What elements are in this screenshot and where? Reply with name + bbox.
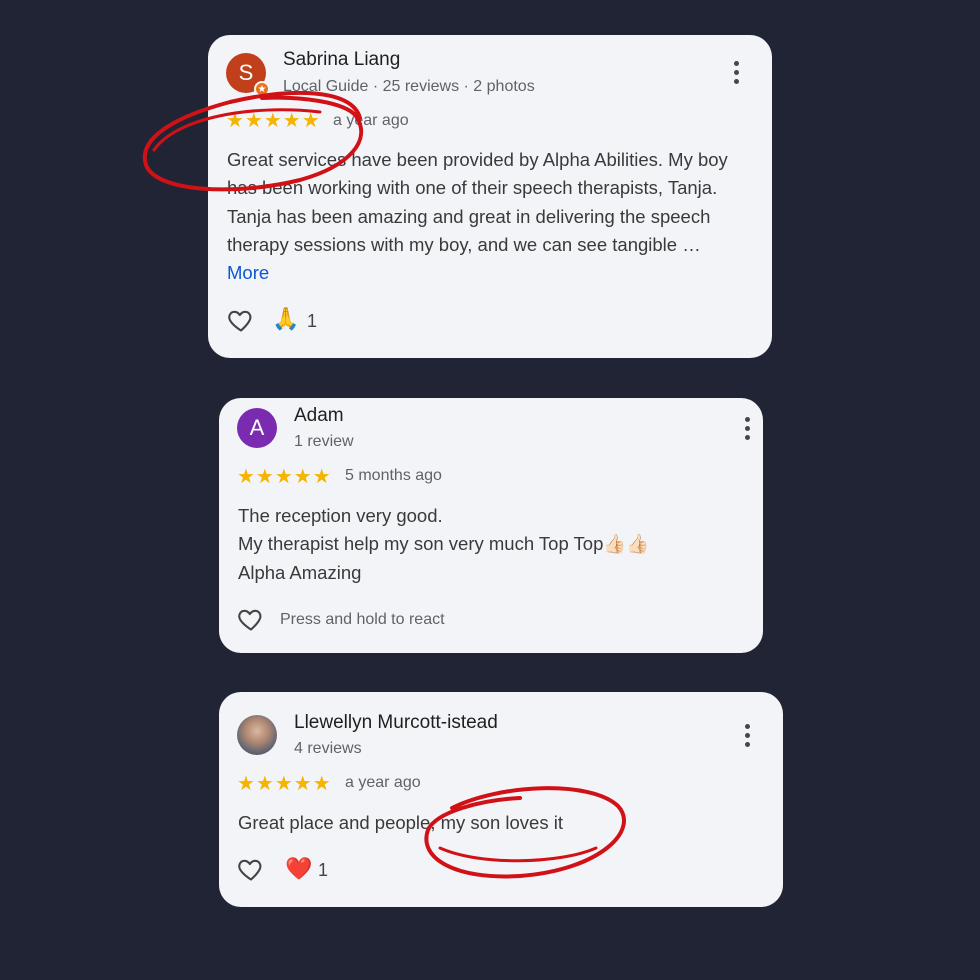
avatar-letter: A: [249, 415, 265, 440]
like-heart-icon[interactable]: [236, 605, 266, 633]
reaction-count: 1: [307, 311, 318, 331]
reviewer-meta: 4 reviews: [294, 740, 362, 757]
avatar[interactable]: S ★: [226, 53, 270, 97]
review-date: a year ago: [333, 112, 409, 129]
star-rating: ★★★★★: [226, 110, 321, 132]
avatar-letter: S: [238, 60, 254, 85]
review-text: Great services have been provided by Alp…: [227, 146, 747, 287]
more-options-icon[interactable]: [735, 413, 759, 443]
review-text-line: Alpha Amazing: [238, 561, 362, 583]
local-guide-badge-icon: ★: [254, 81, 270, 97]
like-heart-icon[interactable]: [226, 306, 256, 334]
reviewer-name[interactable]: Sabrina Liang: [283, 49, 400, 71]
star-rating: ★★★★★: [237, 773, 332, 795]
reviewer-meta: 1 review: [294, 433, 354, 450]
more-options-icon[interactable]: [724, 57, 748, 87]
more-options-icon[interactable]: [735, 720, 759, 750]
review-card-sabrina: S ★ Sabrina Liang Local Guide · 25 revie…: [208, 35, 772, 358]
review-text-content: Great services have been provided by Alp…: [227, 149, 728, 255]
avatar[interactable]: A: [237, 408, 277, 448]
like-heart-icon[interactable]: [236, 855, 266, 883]
review-card-adam: A Adam 1 review ★★★★★ 5 months ago The r…: [219, 398, 763, 653]
reviewer-name[interactable]: Llewellyn Murcott-istead: [294, 712, 498, 734]
more-link[interactable]: More: [227, 262, 269, 283]
review-text: Great place and people, my son loves it: [238, 812, 563, 833]
review-card-llewellyn: Llewellyn Murcott-istead 4 reviews ★★★★★…: [219, 692, 783, 907]
avatar[interactable]: [237, 715, 277, 755]
heart-reaction-icon[interactable]: ❤️: [285, 856, 312, 882]
star-rating: ★★★★★: [237, 466, 332, 488]
review-date: 5 months ago: [345, 467, 442, 484]
review-date: a year ago: [345, 774, 421, 791]
reviewer-name[interactable]: Adam: [294, 405, 344, 427]
pray-reaction-icon[interactable]: 🙏: [272, 306, 299, 332]
reaction-count: 1: [318, 860, 329, 880]
review-text: The reception very good. My therapist he…: [238, 502, 748, 587]
react-hint: Press and hold to react: [280, 611, 445, 628]
reviewer-meta: Local Guide · 25 reviews · 2 photos: [283, 78, 535, 95]
review-text-line: My therapist help my son very much Top T…: [238, 533, 650, 555]
review-text-line: The reception very good.: [238, 505, 443, 526]
